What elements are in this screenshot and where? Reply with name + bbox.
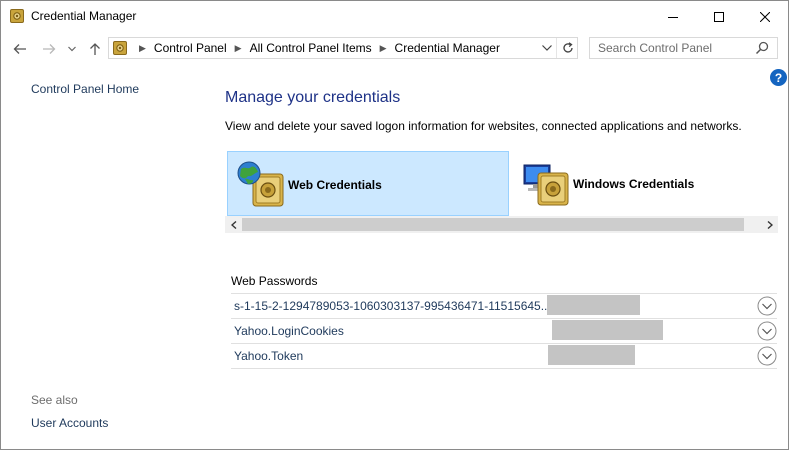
address-bar[interactable]: ▶ Control Panel ▶ All Control Panel Item… <box>108 37 578 59</box>
tile-label-windows-credentials: Windows Credentials <box>573 177 695 191</box>
expand-chevron-icon[interactable] <box>757 346 777 366</box>
tile-label-web-credentials: Web Credentials <box>288 178 382 192</box>
expand-chevron-icon[interactable] <box>757 321 777 341</box>
credential-name[interactable]: Yahoo.LoginCookies <box>234 324 344 338</box>
tab-windows-credentials[interactable]: Windows Credentials <box>513 151 775 216</box>
redacted-value <box>552 320 663 340</box>
search-box <box>589 37 778 59</box>
window-title: Credential Manager <box>31 9 137 23</box>
credential-list: s-1-15-2-1294789053-1060303137-995436471… <box>231 293 777 369</box>
windows-credentials-icon <box>523 164 569 206</box>
page-description: View and delete your saved logon informa… <box>225 119 742 133</box>
tab-web-credentials[interactable]: Web Credentials <box>227 151 509 216</box>
breadcrumb-credential-manager[interactable]: Credential Manager <box>395 41 500 55</box>
web-passwords-heading: Web Passwords <box>231 274 318 288</box>
credential-name[interactable]: s-1-15-2-1294789053-1060303137-995436471… <box>234 299 551 313</box>
list-item[interactable]: Yahoo.LoginCookies <box>231 319 777 344</box>
chevron-down-icon <box>68 46 76 52</box>
minimize-icon <box>668 16 678 18</box>
credential-type-tiles: Web Credentials Windows Credentials <box>225 151 778 235</box>
chevron-right-icon <box>767 220 773 229</box>
scroll-right-button[interactable] <box>761 216 778 233</box>
refresh-button[interactable] <box>556 38 578 58</box>
credential-manager-window: Credential Manager ▶ Control Panel ▶ All… <box>0 0 789 450</box>
list-item[interactable]: Yahoo.Token <box>231 344 777 369</box>
redacted-value <box>547 295 640 315</box>
page-title: Manage your credentials <box>225 89 401 106</box>
breadcrumb-all-control-panel-items[interactable]: All Control Panel Items <box>250 41 372 55</box>
breadcrumb-control-panel[interactable]: Control Panel <box>154 41 227 55</box>
title-bar: Credential Manager <box>1 1 788 32</box>
arrow-up-icon <box>90 43 100 55</box>
maximize-icon <box>714 11 724 22</box>
close-icon <box>760 11 770 22</box>
control-panel-home-link[interactable]: Control Panel Home <box>31 82 139 96</box>
list-item[interactable]: s-1-15-2-1294789053-1060303137-995436471… <box>231 293 777 319</box>
back-button[interactable] <box>10 39 30 59</box>
breadcrumb-separator-icon[interactable]: ▶ <box>380 43 387 54</box>
refresh-icon <box>562 42 573 53</box>
arrow-left-icon <box>13 44 26 54</box>
expand-chevron-icon[interactable] <box>757 296 777 316</box>
scrollbar-thumb[interactable] <box>242 218 744 231</box>
maximize-button[interactable] <box>696 1 742 32</box>
user-accounts-link[interactable]: User Accounts <box>31 416 108 430</box>
chevron-down-icon <box>542 45 552 51</box>
credential-name[interactable]: Yahoo.Token <box>234 349 303 363</box>
search-icon[interactable] <box>755 41 769 55</box>
up-button[interactable] <box>85 39 105 59</box>
breadcrumb-separator-icon[interactable]: ▶ <box>235 43 242 54</box>
credential-manager-icon <box>10 9 24 23</box>
see-also-label: See also <box>31 393 78 407</box>
breadcrumb: ▶ Control Panel ▶ All Control Panel Item… <box>131 38 500 58</box>
horizontal-scrollbar[interactable] <box>225 216 778 233</box>
address-history-button[interactable] <box>539 38 555 58</box>
control-panel-icon <box>113 41 127 55</box>
minimize-button[interactable] <box>650 1 696 32</box>
scroll-left-button[interactable] <box>225 216 242 233</box>
search-input[interactable] <box>590 38 750 58</box>
redacted-value <box>548 345 635 365</box>
close-button[interactable] <box>742 1 788 32</box>
breadcrumb-separator-icon[interactable]: ▶ <box>139 43 146 54</box>
chevron-left-icon <box>230 220 236 229</box>
recent-locations-button[interactable] <box>65 39 79 59</box>
help-icon[interactable]: ? <box>770 69 787 86</box>
web-credentials-icon <box>237 161 284 207</box>
arrow-right-icon <box>43 44 56 54</box>
forward-button[interactable] <box>39 39 59 59</box>
